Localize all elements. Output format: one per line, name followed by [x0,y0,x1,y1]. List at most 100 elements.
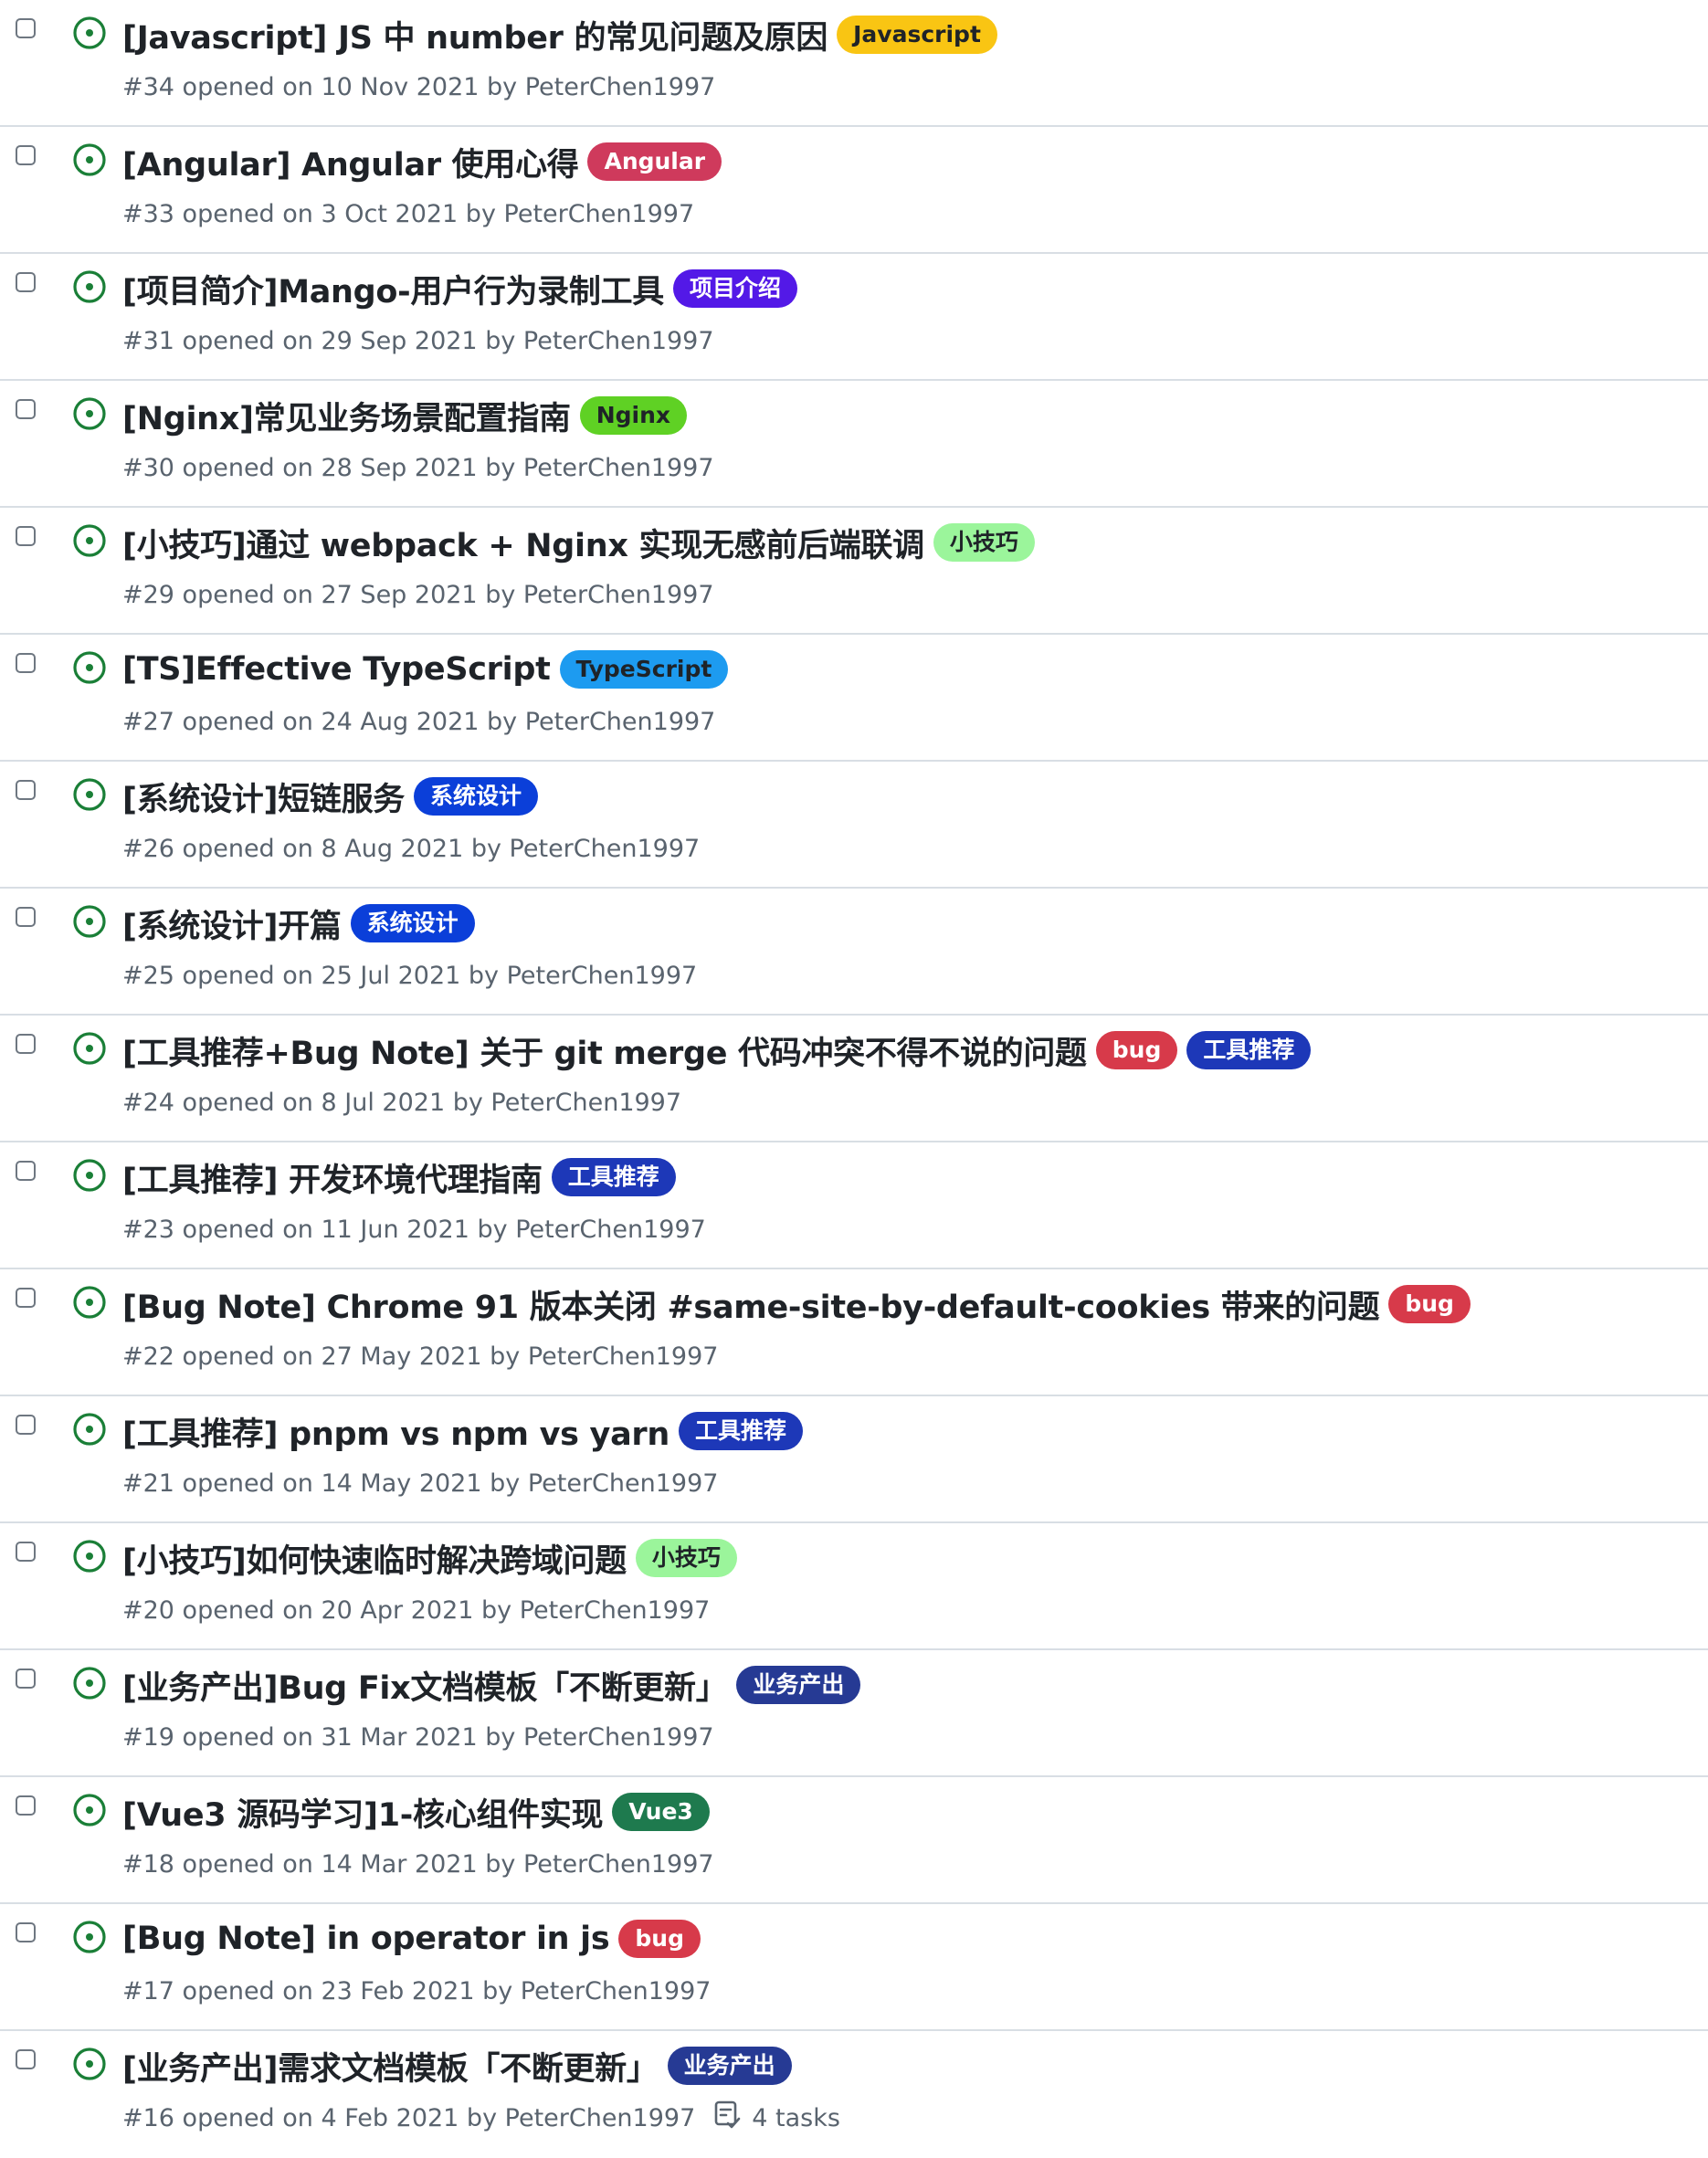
select-issue-checkbox[interactable] [16,145,36,165]
issue-row[interactable]: [系统设计]开篇 系统设计 #25 opened on 25 Jul 2021 by… [0,889,1708,1016]
issue-labels: Angular [587,142,731,181]
issue-label[interactable]: Vue3 [612,1793,710,1831]
issue-row[interactable]: [TS]Effective TypeScript TypeScript #27 op… [0,635,1708,762]
select-issue-checkbox[interactable] [16,1542,36,1562]
issue-row[interactable]: [工具推荐+Bug Note] 关于 git merge 代码冲突不得不说的问题… [0,1016,1708,1142]
issue-label[interactable]: 工具推荐 [1186,1031,1312,1069]
issue-title-link[interactable]: [项目简介]Mango-用户行为录制工具 [122,266,664,312]
issue-label[interactable]: Javascript [837,16,997,54]
issue-labels: 小技巧 [635,1539,746,1577]
select-issue-checkbox[interactable] [16,907,36,927]
issue-label[interactable]: 系统设计 [414,777,539,816]
issue-meta: #31 opened on 29 Sep 2021 by PeterChen19… [122,326,714,355]
select-issue-checkbox[interactable] [16,272,36,292]
issue-title-line: [业务产出]Bug Fix文档模板「不断更新」 业务产出 [122,1661,1671,1709]
select-issue-checkbox[interactable] [16,399,36,419]
select-issue-checkbox[interactable] [16,1034,36,1054]
issue-row[interactable]: [Angular] Angular 使用心得 Angular #33 opened … [0,127,1708,254]
issue-title-line: [小技巧]如何快速临时解决跨域问题 小技巧 [122,1534,1671,1582]
issue-title-link[interactable]: [系统设计]短链服务 [122,774,405,820]
checklist-icon [713,2100,752,2137]
issue-meta: #20 opened on 20 Apr 2021 by PeterChen19… [122,1595,711,1625]
issue-row[interactable]: [小技巧]通过 webpack + Nginx 实现无感前后端联调 小技巧 #29 … [0,508,1708,635]
issue-labels: Vue3 [612,1793,719,1831]
issue-meta-line: #16 opened on 4 Feb 2021 by PeterChen199… [122,2100,840,2137]
issue-label[interactable]: 业务产出 [736,1666,861,1704]
issue-label[interactable]: 小技巧 [933,523,1035,562]
issue-title-link[interactable]: [TS]Effective TypeScript [122,651,551,688]
select-issue-checkbox[interactable] [16,1415,36,1435]
issue-label[interactable]: 工具推荐 [678,1412,803,1450]
issue-label[interactable]: bug [618,1920,701,1958]
issue-label[interactable]: 工具推荐 [551,1158,676,1196]
issue-title-link[interactable]: [工具推荐] 开发环境代理指南 [122,1154,543,1201]
issue-title-line: [系统设计]开篇 系统设计 [122,900,1671,947]
issue-meta: #19 opened on 31 Mar 2021 by PeterChen19… [122,1722,714,1752]
issue-title-link[interactable]: [工具推荐] pnpm vs npm vs yarn [122,1408,669,1455]
issue-opened-icon [72,523,107,558]
issue-title-line: [工具推荐] 开发环境代理指南 工具推荐 [122,1153,1671,1201]
issue-title-link[interactable]: [Angular] Angular 使用心得 [122,139,579,185]
issue-row[interactable]: [工具推荐] 开发环境代理指南 工具推荐 #23 opened on 11 Jun … [0,1142,1708,1269]
issue-row[interactable]: [Bug Note] in operator in js bug #17 opene… [0,1904,1708,2031]
issue-row[interactable]: [系统设计]短链服务 系统设计 #26 opened on 8 Aug 2021 b… [0,762,1708,889]
issue-title-line: [系统设计]短链服务 系统设计 [122,773,1671,820]
select-issue-checkbox[interactable] [16,2049,36,2069]
issue-label[interactable]: 业务产出 [667,2047,792,2085]
select-issue-checkbox[interactable] [16,18,36,38]
issue-title-link[interactable]: [小技巧]通过 webpack + Nginx 实现无感前后端联调 [122,520,924,566]
issue-labels: bug [1388,1285,1480,1323]
select-issue-checkbox[interactable] [16,1669,36,1689]
issue-row[interactable]: [Vue3 源码学习]1-核心组件实现 Vue3 #18 opened on 14 … [0,1777,1708,1904]
issue-labels: Javascript [837,16,1007,54]
issue-meta-line: #21 opened on 14 May 2021 by PeterChen19… [122,1467,718,1500]
issue-title-link[interactable]: [工具推荐+Bug Note] 关于 git merge 代码冲突不得不说的问题 [122,1027,1087,1074]
issue-meta: #25 opened on 25 Jul 2021 by PeterChen19… [122,961,698,990]
issue-label[interactable]: 系统设计 [350,904,475,942]
issue-title-link[interactable]: [系统设计]开篇 [122,900,342,947]
issue-row[interactable]: [业务产出]需求文档模板「不断更新」 业务产出 #16 opened on 4 Fe… [0,2031,1708,2158]
issue-meta-line: #17 opened on 23 Feb 2021 by PeterChen19… [122,1974,711,2007]
issue-row[interactable]: [Nginx]常见业务场景配置指南 Nginx #30 opened on 28 S… [0,381,1708,508]
issue-title-link[interactable]: [Bug Note] Chrome 91 版本关闭 #same-site-by-… [122,1281,1380,1328]
issue-row[interactable]: [Bug Note] Chrome 91 版本关闭 #same-site-by-… [0,1269,1708,1396]
select-issue-checkbox[interactable] [16,1288,36,1308]
issue-row[interactable]: [项目简介]Mango-用户行为录制工具 项目介绍 #31 opened on 29… [0,254,1708,381]
issue-title-line: [Angular] Angular 使用心得 Angular [122,138,1671,185]
issue-title-link[interactable]: [Bug Note] in operator in js [122,1921,610,1957]
issue-meta: #29 opened on 27 Sep 2021 by PeterChen19… [122,580,714,609]
issue-meta: #26 opened on 8 Aug 2021 by PeterChen199… [122,834,701,863]
select-issue-checkbox[interactable] [16,1795,36,1816]
select-issue-checkbox[interactable] [16,1922,36,1942]
select-issue-checkbox[interactable] [16,653,36,673]
issue-meta: #33 opened on 3 Oct 2021 by PeterChen199… [122,199,695,228]
issue-label[interactable]: TypeScript [559,650,729,689]
select-issue-checkbox[interactable] [16,1161,36,1181]
issue-label[interactable]: 小技巧 [635,1539,737,1577]
issue-row[interactable]: [Javascript] JS 中 number 的常见问题及原因 Javascr… [0,0,1708,127]
issue-row[interactable]: [业务产出]Bug Fix文档模板「不断更新」 业务产出 #19 opened on… [0,1650,1708,1777]
select-issue-checkbox[interactable] [16,780,36,800]
issue-title-line: [Javascript] JS 中 number 的常见问题及原因 Javascr… [122,11,1671,58]
issue-opened-icon [72,1920,107,1954]
issue-title-line: [业务产出]需求文档模板「不断更新」 业务产出 [122,2042,1671,2090]
issue-opened-icon [72,2047,107,2081]
issue-meta-line: #31 opened on 29 Sep 2021 by PeterChen19… [122,324,714,357]
issue-opened-icon [72,904,107,939]
issue-title-link[interactable]: [Vue3 源码学习]1-核心组件实现 [122,1789,604,1836]
issue-label[interactable]: Nginx [579,396,688,435]
issue-opened-icon [72,1539,107,1574]
issue-title-link[interactable]: [Nginx]常见业务场景配置指南 [122,393,571,439]
issue-label[interactable]: Angular [587,142,722,181]
issue-label[interactable]: 项目介绍 [672,269,797,308]
issue-label[interactable]: bug [1388,1285,1471,1323]
select-issue-checkbox[interactable] [16,526,36,546]
issue-title-link[interactable]: [业务产出]需求文档模板「不断更新」 [122,2043,659,2090]
issue-label[interactable]: bug [1095,1031,1178,1069]
issue-row[interactable]: [工具推荐] pnpm vs npm vs yarn 工具推荐 #21 opened… [0,1396,1708,1523]
issue-row[interactable]: [小技巧]如何快速临时解决跨域问题 小技巧 #20 opened on 20 Apr… [0,1523,1708,1650]
issue-title-link[interactable]: [Javascript] JS 中 number 的常见问题及原因 [122,12,828,58]
issue-title-link[interactable]: [小技巧]如何快速临时解决跨域问题 [122,1535,627,1582]
issue-title-link[interactable]: [业务产出]Bug Fix文档模板「不断更新」 [122,1662,728,1709]
task-progress[interactable]: 4 tasks [713,2100,840,2137]
